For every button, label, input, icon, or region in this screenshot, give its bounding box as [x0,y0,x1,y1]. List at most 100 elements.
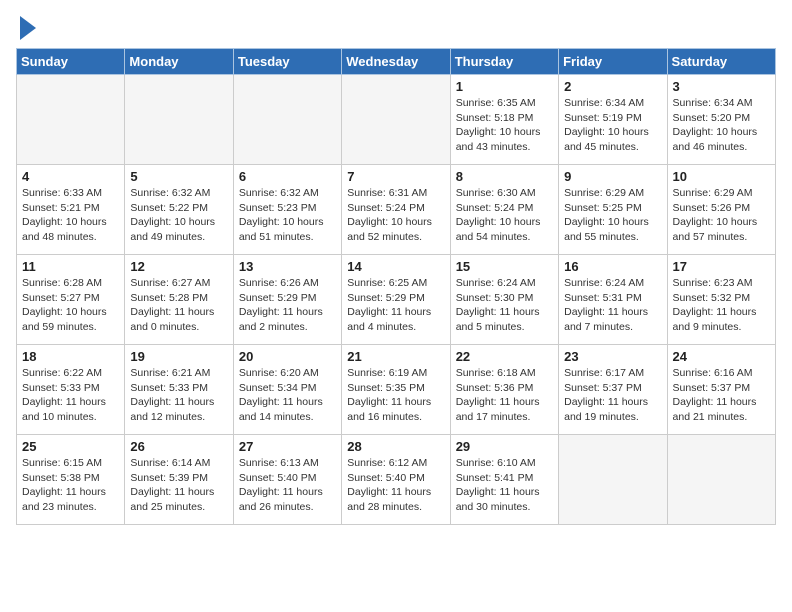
day-info: Sunrise: 6:22 AM Sunset: 5:33 PM Dayligh… [22,366,119,425]
day-number: 29 [456,439,553,454]
calendar-cell: 26 Sunrise: 6:14 AM Sunset: 5:39 PM Dayli… [125,435,233,525]
logo-arrow-icon [20,16,36,40]
day-number: 14 [347,259,444,274]
day-info: Sunrise: 6:32 AM Sunset: 5:23 PM Dayligh… [239,186,336,245]
day-info: Sunrise: 6:10 AM Sunset: 5:41 PM Dayligh… [456,456,553,515]
calendar-cell: 7 Sunrise: 6:31 AM Sunset: 5:24 PM Daylig… [342,165,450,255]
calendar-cell: 27 Sunrise: 6:13 AM Sunset: 5:40 PM Dayli… [233,435,341,525]
calendar-cell: 17 Sunrise: 6:23 AM Sunset: 5:32 PM Dayli… [667,255,775,345]
calendar-cell: 6 Sunrise: 6:32 AM Sunset: 5:23 PM Daylig… [233,165,341,255]
day-info: Sunrise: 6:19 AM Sunset: 5:35 PM Dayligh… [347,366,444,425]
col-header-saturday: Saturday [667,49,775,75]
day-number: 27 [239,439,336,454]
logo [16,16,36,40]
day-number: 25 [22,439,119,454]
calendar-cell: 9 Sunrise: 6:29 AM Sunset: 5:25 PM Daylig… [559,165,667,255]
calendar-cell: 29 Sunrise: 6:10 AM Sunset: 5:41 PM Dayli… [450,435,558,525]
calendar-cell: 19 Sunrise: 6:21 AM Sunset: 5:33 PM Dayli… [125,345,233,435]
day-number: 12 [130,259,227,274]
calendar-cell: 25 Sunrise: 6:15 AM Sunset: 5:38 PM Dayli… [17,435,125,525]
day-info: Sunrise: 6:24 AM Sunset: 5:30 PM Dayligh… [456,276,553,335]
calendar-cell: 3 Sunrise: 6:34 AM Sunset: 5:20 PM Daylig… [667,75,775,165]
calendar-cell: 16 Sunrise: 6:24 AM Sunset: 5:31 PM Dayli… [559,255,667,345]
col-header-wednesday: Wednesday [342,49,450,75]
day-number: 9 [564,169,661,184]
col-header-tuesday: Tuesday [233,49,341,75]
day-number: 26 [130,439,227,454]
day-info: Sunrise: 6:35 AM Sunset: 5:18 PM Dayligh… [456,96,553,155]
day-info: Sunrise: 6:24 AM Sunset: 5:31 PM Dayligh… [564,276,661,335]
calendar-cell [667,435,775,525]
day-number: 19 [130,349,227,364]
calendar-table: SundayMondayTuesdayWednesdayThursdayFrid… [16,48,776,525]
calendar-cell: 12 Sunrise: 6:27 AM Sunset: 5:28 PM Dayli… [125,255,233,345]
day-info: Sunrise: 6:14 AM Sunset: 5:39 PM Dayligh… [130,456,227,515]
day-number: 21 [347,349,444,364]
day-number: 5 [130,169,227,184]
calendar-cell: 2 Sunrise: 6:34 AM Sunset: 5:19 PM Daylig… [559,75,667,165]
col-header-thursday: Thursday [450,49,558,75]
day-info: Sunrise: 6:25 AM Sunset: 5:29 PM Dayligh… [347,276,444,335]
calendar-cell: 8 Sunrise: 6:30 AM Sunset: 5:24 PM Daylig… [450,165,558,255]
calendar-cell: 5 Sunrise: 6:32 AM Sunset: 5:22 PM Daylig… [125,165,233,255]
page-header [16,16,776,40]
day-info: Sunrise: 6:31 AM Sunset: 5:24 PM Dayligh… [347,186,444,245]
day-number: 10 [673,169,770,184]
day-number: 15 [456,259,553,274]
day-info: Sunrise: 6:33 AM Sunset: 5:21 PM Dayligh… [22,186,119,245]
day-info: Sunrise: 6:29 AM Sunset: 5:26 PM Dayligh… [673,186,770,245]
day-info: Sunrise: 6:18 AM Sunset: 5:36 PM Dayligh… [456,366,553,425]
week-row-1: 1 Sunrise: 6:35 AM Sunset: 5:18 PM Daylig… [17,75,776,165]
day-number: 16 [564,259,661,274]
day-info: Sunrise: 6:15 AM Sunset: 5:38 PM Dayligh… [22,456,119,515]
calendar-cell [559,435,667,525]
calendar-cell: 10 Sunrise: 6:29 AM Sunset: 5:26 PM Dayli… [667,165,775,255]
week-row-2: 4 Sunrise: 6:33 AM Sunset: 5:21 PM Daylig… [17,165,776,255]
day-number: 2 [564,79,661,94]
week-row-3: 11Sunrise: 6:28 AM Sunset: 5:27 PM Dayli… [17,255,776,345]
day-info: Sunrise: 6:29 AM Sunset: 5:25 PM Dayligh… [564,186,661,245]
day-info: Sunrise: 6:30 AM Sunset: 5:24 PM Dayligh… [456,186,553,245]
day-number: 24 [673,349,770,364]
calendar-cell: 20Sunrise: 6:20 AM Sunset: 5:34 PM Dayli… [233,345,341,435]
calendar-cell: 18 Sunrise: 6:22 AM Sunset: 5:33 PM Dayli… [17,345,125,435]
calendar-cell [342,75,450,165]
day-number: 8 [456,169,553,184]
calendar-cell: 11Sunrise: 6:28 AM Sunset: 5:27 PM Dayli… [17,255,125,345]
calendar-cell: 15 Sunrise: 6:24 AM Sunset: 5:30 PM Dayli… [450,255,558,345]
calendar-cell: 21 Sunrise: 6:19 AM Sunset: 5:35 PM Dayli… [342,345,450,435]
day-number: 7 [347,169,444,184]
day-info: Sunrise: 6:16 AM Sunset: 5:37 PM Dayligh… [673,366,770,425]
calendar-cell: 14 Sunrise: 6:25 AM Sunset: 5:29 PM Dayli… [342,255,450,345]
col-header-friday: Friday [559,49,667,75]
day-number: 28 [347,439,444,454]
day-info: Sunrise: 6:32 AM Sunset: 5:22 PM Dayligh… [130,186,227,245]
day-number: 18 [22,349,119,364]
day-number: 1 [456,79,553,94]
day-info: Sunrise: 6:34 AM Sunset: 5:20 PM Dayligh… [673,96,770,155]
calendar-cell: 13Sunrise: 6:26 AM Sunset: 5:29 PM Dayli… [233,255,341,345]
calendar-cell [233,75,341,165]
day-info: Sunrise: 6:13 AM Sunset: 5:40 PM Dayligh… [239,456,336,515]
day-info: Sunrise: 6:26 AM Sunset: 5:29 PM Dayligh… [239,276,336,335]
calendar-cell: 23 Sunrise: 6:17 AM Sunset: 5:37 PM Dayli… [559,345,667,435]
calendar-cell [17,75,125,165]
calendar-cell [125,75,233,165]
day-number: 20 [239,349,336,364]
week-row-4: 18 Sunrise: 6:22 AM Sunset: 5:33 PM Dayli… [17,345,776,435]
day-info: Sunrise: 6:17 AM Sunset: 5:37 PM Dayligh… [564,366,661,425]
day-number: 6 [239,169,336,184]
week-row-5: 25 Sunrise: 6:15 AM Sunset: 5:38 PM Dayli… [17,435,776,525]
day-info: Sunrise: 6:23 AM Sunset: 5:32 PM Dayligh… [673,276,770,335]
day-number: 11 [22,259,119,274]
day-number: 23 [564,349,661,364]
col-header-monday: Monday [125,49,233,75]
calendar-cell: 28Sunrise: 6:12 AM Sunset: 5:40 PM Dayli… [342,435,450,525]
day-info: Sunrise: 6:27 AM Sunset: 5:28 PM Dayligh… [130,276,227,335]
day-info: Sunrise: 6:34 AM Sunset: 5:19 PM Dayligh… [564,96,661,155]
day-number: 17 [673,259,770,274]
day-info: Sunrise: 6:21 AM Sunset: 5:33 PM Dayligh… [130,366,227,425]
col-header-sunday: Sunday [17,49,125,75]
day-number: 3 [673,79,770,94]
day-number: 4 [22,169,119,184]
